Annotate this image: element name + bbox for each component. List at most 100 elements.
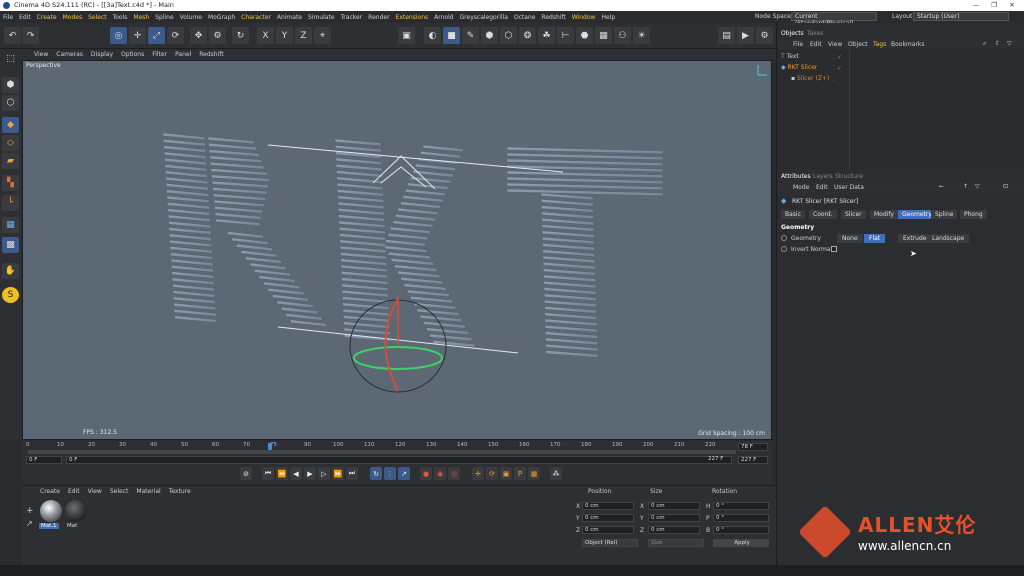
rotation-p-field[interactable]: 0 ° xyxy=(713,514,769,522)
tab-takes[interactable]: Takes xyxy=(807,30,823,37)
preview-range-field[interactable]: 0 F xyxy=(66,456,732,464)
minimize-button[interactable]: — xyxy=(968,0,984,11)
script-icon[interactable]: S xyxy=(2,287,19,303)
x-axis-lock-icon[interactable]: X xyxy=(257,27,274,44)
invert-normals-anim-dot[interactable] xyxy=(781,246,787,252)
keyframe-selection-icon[interactable]: ◎ xyxy=(448,467,460,480)
play-icon[interactable]: ▶ xyxy=(304,467,316,480)
size-mode-select[interactable]: Size xyxy=(648,539,704,547)
add-material-icon[interactable]: + xyxy=(26,506,34,516)
auto-key-icon[interactable]: ◉ xyxy=(434,467,446,480)
render-region-icon[interactable]: ▤ xyxy=(718,27,735,44)
size-z-field[interactable]: 0 cm xyxy=(648,526,700,534)
transform-alt-icon[interactable]: ⚙ xyxy=(209,27,226,44)
layout-select[interactable]: Startup (User) xyxy=(913,12,1009,21)
record-icon[interactable]: ● xyxy=(420,467,432,480)
material-swatch-mat1[interactable] xyxy=(40,500,62,522)
mograph-effector-icon[interactable]: ☘ xyxy=(538,27,555,44)
viewport-menu-display[interactable]: Display xyxy=(87,49,117,60)
key-rotation-icon[interactable]: ⟳ xyxy=(486,467,498,480)
geometry-mode-flat[interactable]: Flat xyxy=(864,234,886,243)
perspective-viewport[interactable]: Perspective FPS: 312.5 Grid Spacing: 1… xyxy=(22,60,772,440)
material-swatch-mat[interactable] xyxy=(65,500,87,522)
next-frame-icon[interactable]: ▷ xyxy=(318,467,330,480)
tab-layers[interactable]: Layers xyxy=(813,173,833,180)
material-name-mat1[interactable]: Mat.1 xyxy=(39,523,59,529)
render-settings-icon[interactable]: ⚙ xyxy=(756,27,773,44)
coordinate-system-icon[interactable]: ↻ xyxy=(232,27,249,44)
tab-attributes[interactable]: Attributes xyxy=(781,173,811,180)
viewport-menu-filter[interactable]: Filter xyxy=(148,49,171,60)
visibility-dots-icon[interactable]: ⁚ xyxy=(833,76,835,83)
edges-mode-icon[interactable]: ◇ xyxy=(2,135,19,151)
viewport-menu-view[interactable]: View xyxy=(30,49,52,60)
deformer-icon[interactable]: ⊢ xyxy=(557,27,574,44)
subdivision-icon[interactable]: ⬢ xyxy=(481,27,498,44)
cube-icon[interactable]: ■ xyxy=(443,27,460,44)
snap-icon[interactable]: ▦ xyxy=(2,217,19,233)
loop-icon[interactable]: ↻ xyxy=(370,467,382,480)
viewport-menu-cameras[interactable]: Cameras xyxy=(52,49,87,60)
uv-mode-icon[interactable]: ▚ xyxy=(2,175,19,191)
paint-icon[interactable]: ✋ xyxy=(2,263,19,279)
subtab-coord[interactable]: Coord. xyxy=(809,210,837,219)
up-arrow-icon[interactable]: ⇧ xyxy=(995,40,1000,47)
light-icon[interactable]: ☀ xyxy=(633,27,650,44)
geometry-mode-none[interactable]: None xyxy=(837,234,863,243)
subtab-slicer[interactable]: Slicer xyxy=(841,210,866,219)
material-menu-view[interactable]: View xyxy=(84,488,106,495)
visibility-dots-icon[interactable]: ⁚ ✓ xyxy=(833,54,842,61)
render-view-icon[interactable]: ▶ xyxy=(737,27,754,44)
texture-mode-icon[interactable]: ⬡ xyxy=(2,95,19,111)
fcurve-icon[interactable]: ⋮ xyxy=(384,467,396,480)
scale-icon[interactable]: ⤢ xyxy=(148,27,165,44)
viewport-menu-options[interactable]: Options xyxy=(117,49,148,60)
attributes-menu-user-data[interactable]: User Data xyxy=(834,184,864,191)
subtab-phong[interactable]: Phong xyxy=(960,210,987,219)
objects-menu-view[interactable]: View xyxy=(828,41,842,48)
current-frame-field[interactable]: 78 F xyxy=(738,443,768,451)
frame-range-bar[interactable] xyxy=(28,450,736,454)
filter-icon[interactable]: ▽ xyxy=(1007,40,1012,47)
start-frame-field[interactable]: 0 F xyxy=(26,456,62,464)
camera-icon[interactable]: ⚇ xyxy=(614,27,631,44)
visibility-dots-icon[interactable]: ⁚ ✓ xyxy=(833,65,842,72)
viewport-menu-panel[interactable]: Panel xyxy=(171,49,195,60)
move-icon[interactable]: ✛ xyxy=(129,27,146,44)
subtab-modify[interactable]: Modify xyxy=(870,210,898,219)
objects-menu-edit[interactable]: Edit xyxy=(810,41,822,48)
objects-menu-file[interactable]: File xyxy=(793,41,803,48)
viewport-menu-redshift[interactable]: Redshift xyxy=(195,49,227,60)
rotation-h-field[interactable]: 0 ° xyxy=(713,502,769,510)
material-menu-material[interactable]: Material xyxy=(132,488,164,495)
objects-menu-bookmarks[interactable]: Bookmarks xyxy=(891,41,925,48)
z-axis-lock-icon[interactable]: Z xyxy=(295,27,312,44)
material-menu-edit[interactable]: Edit xyxy=(64,488,84,495)
size-y-field[interactable]: 0 cm xyxy=(648,514,700,522)
floor-icon[interactable]: ▦ xyxy=(595,27,612,44)
material-menu-select[interactable]: Select xyxy=(106,488,133,495)
position-y-field[interactable]: 0 cm xyxy=(582,514,634,522)
apply-button[interactable]: Apply xyxy=(713,539,769,547)
make-editable-icon[interactable]: ⬚ xyxy=(2,51,19,67)
goto-start-icon[interactable]: ⏮ xyxy=(262,467,274,480)
points-mode-icon[interactable]: ◆ xyxy=(2,117,19,133)
key-param-icon[interactable]: P xyxy=(514,467,526,480)
attributes-menu-edit[interactable]: Edit xyxy=(816,184,828,191)
key-scale-icon[interactable]: ▣ xyxy=(500,467,512,480)
cloner-icon[interactable]: ❂ xyxy=(519,27,536,44)
back-arrow-icon[interactable]: ← xyxy=(939,183,944,190)
live-selection-icon[interactable]: ◎ xyxy=(110,27,127,44)
close-button[interactable]: ✕ xyxy=(1004,0,1020,11)
geometry-mode-landscape[interactable]: Landscape xyxy=(927,234,970,243)
model-mode-icon[interactable]: ⬢ xyxy=(2,77,19,93)
material-menu-create[interactable]: Create xyxy=(36,488,64,495)
tab-objects[interactable]: Objects xyxy=(781,30,804,37)
objects-menu-tags[interactable]: Tags xyxy=(873,41,886,48)
search-icon[interactable]: ⌕ xyxy=(983,40,986,48)
world-coords-icon[interactable]: ⌖ xyxy=(314,27,331,44)
position-z-field[interactable]: 0 cm xyxy=(582,526,634,534)
invert-normals-checkbox[interactable] xyxy=(831,246,837,252)
material-name-mat[interactable]: Mat xyxy=(67,523,77,529)
size-x-field[interactable]: 0 cm xyxy=(648,502,700,510)
